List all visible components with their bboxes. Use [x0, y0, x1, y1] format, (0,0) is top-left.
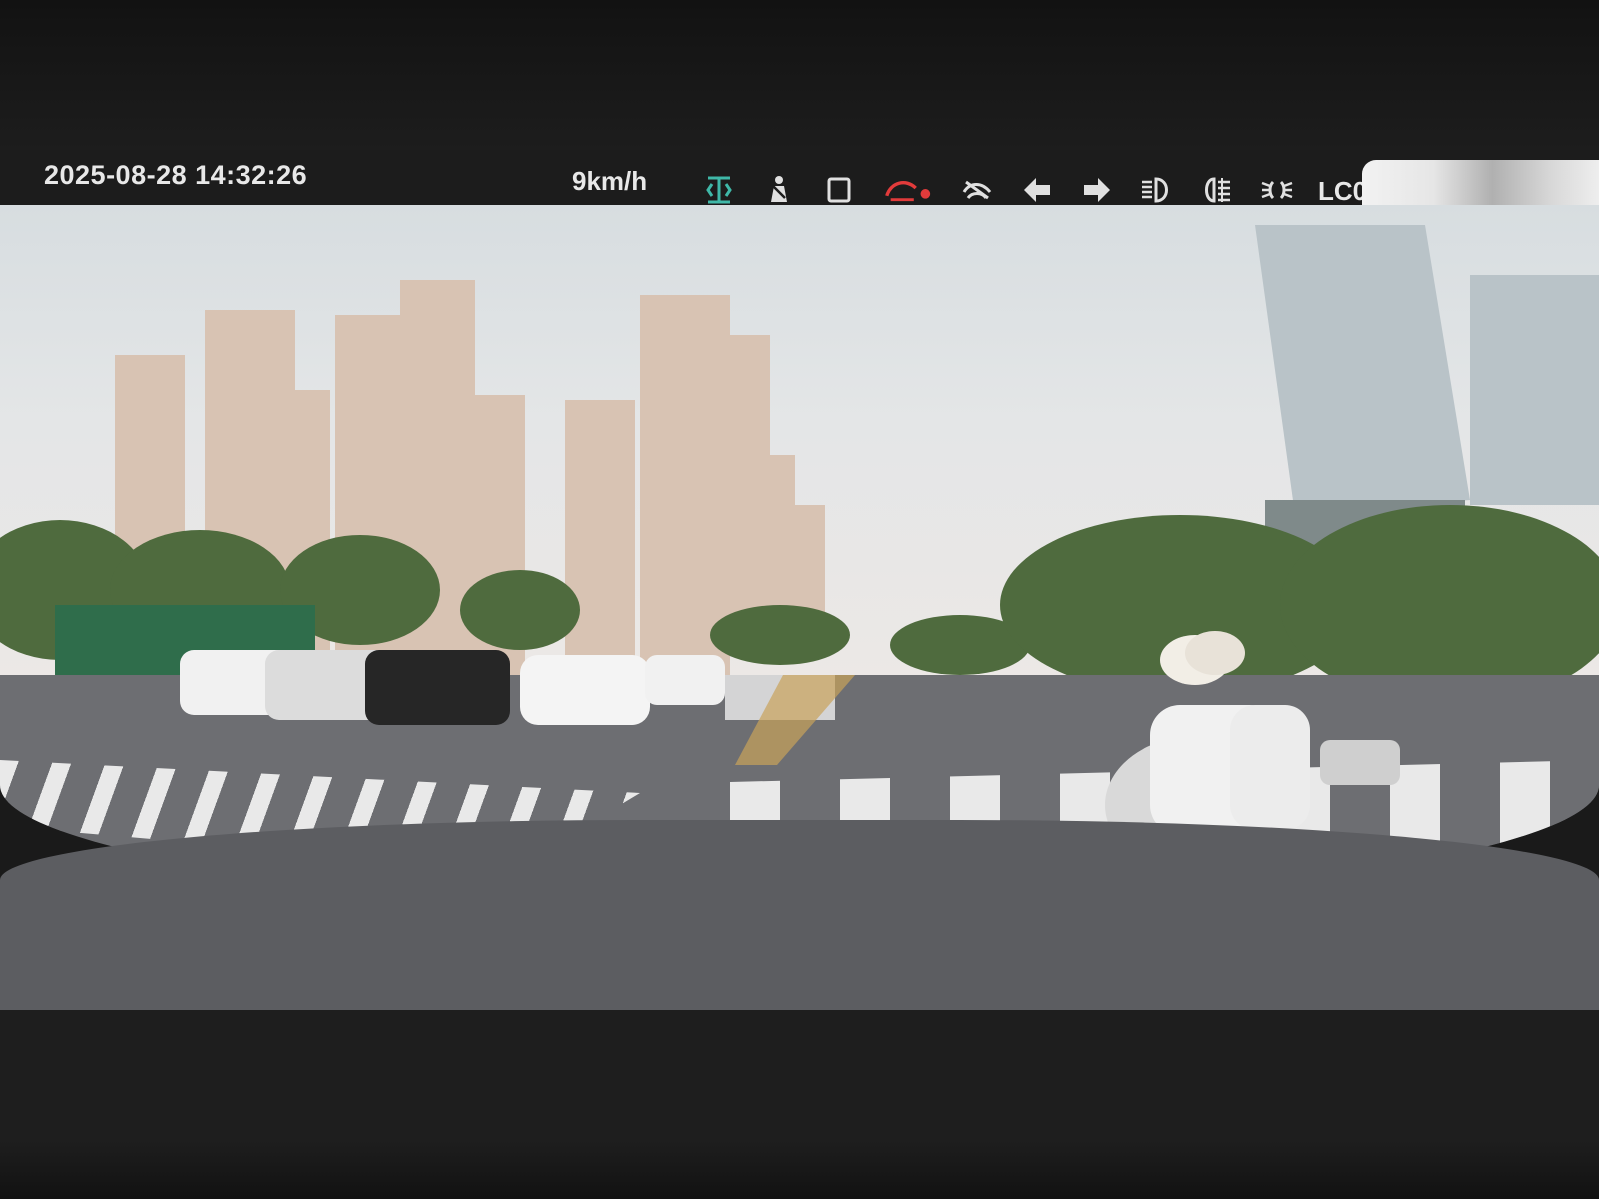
monitor-top-bezel	[0, 0, 1599, 165]
headlight-icon	[1138, 172, 1176, 208]
left-turn-signal-icon	[1018, 172, 1056, 208]
steering-assist-icon	[958, 172, 996, 208]
indicator-icons	[700, 170, 1296, 210]
camera-view	[0, 205, 1599, 905]
lane-keep-icon	[700, 172, 738, 208]
door-icon	[820, 172, 858, 208]
car-dashboard	[0, 820, 1599, 1020]
seatbelt-icon	[760, 172, 798, 208]
speed-label: 9km/h	[572, 166, 648, 196]
lc-label: LC0	[1318, 176, 1368, 206]
parking-light-icon	[1258, 172, 1296, 208]
collision-warning-icon	[880, 172, 936, 208]
timestamp-label: 2025-08-28 14:32:26	[44, 160, 308, 190]
scooter-riders	[1105, 631, 1400, 875]
monitor-bottom-edge	[0, 1140, 1599, 1199]
fog-light-icon	[1198, 172, 1236, 208]
right-turn-signal-icon	[1078, 172, 1116, 208]
